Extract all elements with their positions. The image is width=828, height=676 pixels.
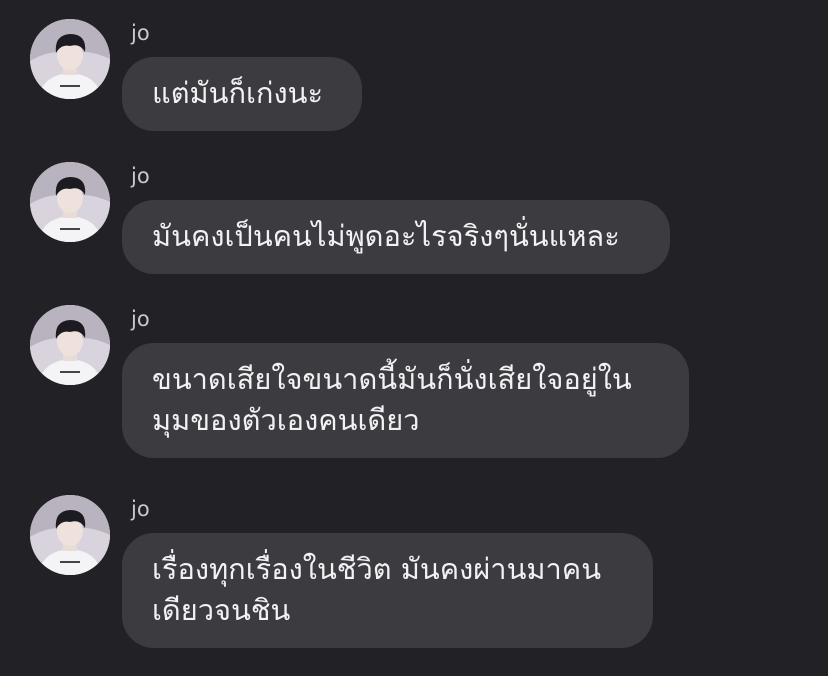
avatar-photo-icon bbox=[30, 162, 110, 242]
message-group: jo ขนาดเสียใจขนาดนี้มันก็นั่งเสียใจอยู่ใ… bbox=[0, 286, 828, 466]
message-bubble[interactable]: แต่มันก็เก่งนะ bbox=[122, 57, 362, 131]
avatar[interactable] bbox=[30, 19, 110, 99]
avatar[interactable] bbox=[30, 305, 110, 385]
message-group: jo เรื่องทุกเรื่องในชีวิต มันคงผ่านมาคน … bbox=[0, 476, 828, 666]
sender-name: jo bbox=[131, 497, 150, 521]
message-group: jo มันคงเป็นคนไม่พูดอะไรจริงๆนั่นแหละ bbox=[0, 143, 828, 283]
avatar-photo-icon bbox=[30, 305, 110, 385]
message-bubble[interactable]: เรื่องทุกเรื่องในชีวิต มันคงผ่านมาคน เดี… bbox=[122, 533, 653, 648]
sender-name: jo bbox=[131, 21, 150, 45]
avatar[interactable] bbox=[30, 162, 110, 242]
avatar-photo-icon bbox=[30, 19, 110, 99]
message-bubble[interactable]: ขนาดเสียใจขนาดนี้มันก็นั่งเสียใจอยู่ใน ม… bbox=[122, 343, 689, 458]
sender-name: jo bbox=[131, 164, 150, 188]
message-group: jo แต่มันก็เก่งนะ bbox=[0, 0, 828, 140]
avatar-photo-icon bbox=[30, 495, 110, 575]
chat-thread: jo แต่มันก็เก่งนะ jo มันคงเป็นคนไม่พูดอะ… bbox=[0, 0, 828, 676]
message-bubble[interactable]: มันคงเป็นคนไม่พูดอะไรจริงๆนั่นแหละ bbox=[122, 200, 670, 274]
sender-name: jo bbox=[131, 307, 150, 331]
avatar[interactable] bbox=[30, 495, 110, 575]
